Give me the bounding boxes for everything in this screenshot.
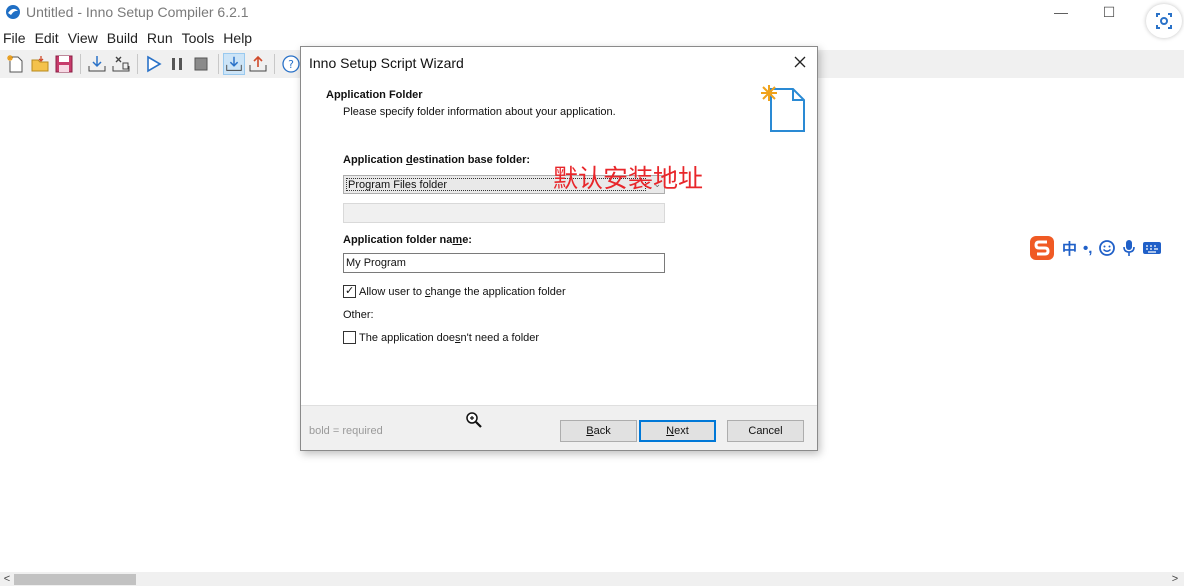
title-bar: Untitled - Inno Setup Compiler 6.2.1 — ☐ <box>0 0 1184 38</box>
menu-edit[interactable]: Edit <box>31 28 63 48</box>
scrollbar-thumb[interactable] <box>14 574 136 585</box>
menu-build[interactable]: Build <box>103 28 142 48</box>
script-wizard-dialog: Inno Setup Script Wizard Application Fol… <box>300 46 818 451</box>
compile-cancel-icon[interactable] <box>110 53 132 75</box>
page-header-subtitle: Please specify folder information about … <box>343 106 616 118</box>
toolbar-separator <box>137 54 138 74</box>
save-icon[interactable] <box>53 53 75 75</box>
checkmark-icon: ✓ <box>345 285 355 297</box>
no-folder-checkbox[interactable] <box>343 331 356 344</box>
scan-icon <box>1156 13 1172 29</box>
dialog-title: Inno Setup Script Wizard <box>309 55 464 71</box>
allow-change-checkbox[interactable]: ✓ <box>343 285 356 298</box>
folder-name-label: Application folder name: <box>343 234 472 246</box>
required-note: bold = required <box>309 425 383 437</box>
dialog-footer: bold = required Back Next Cancel <box>301 405 817 450</box>
compile-icon[interactable] <box>86 53 108 75</box>
ime-toolbar[interactable]: 中 •, <box>1028 233 1184 263</box>
page-header-title: Application Folder <box>326 89 423 101</box>
zoom-cursor-icon <box>466 412 482 428</box>
allow-change-label[interactable]: Allow user to change the application fol… <box>359 286 566 298</box>
toolbar-separator <box>218 54 219 74</box>
run-icon[interactable] <box>142 53 164 75</box>
custom-folder-field <box>343 203 665 223</box>
pause-icon[interactable] <box>166 53 188 75</box>
help-icon[interactable]: ? <box>280 53 302 75</box>
open-folder-icon[interactable] <box>29 53 51 75</box>
smiley-icon[interactable] <box>1098 239 1116 257</box>
close-icon[interactable] <box>791 53 809 71</box>
sogou-logo-icon[interactable] <box>1028 234 1056 262</box>
inno-setup-window: Untitled - Inno Setup Compiler 6.2.1 — ☐… <box>0 0 1184 586</box>
cancel-button[interactable]: Cancel <box>727 420 804 442</box>
svg-text:?: ? <box>288 58 294 71</box>
other-label: Other: <box>343 309 374 321</box>
red-annotation-text: 默认安装地址 <box>553 164 704 193</box>
menu-bar: File Edit View Build Run Tools Help <box>0 28 257 48</box>
scroll-right-arrow-icon[interactable]: > <box>1168 572 1182 586</box>
target-download-icon[interactable] <box>223 53 245 75</box>
menu-help[interactable]: Help <box>219 28 256 48</box>
scroll-left-arrow-icon[interactable]: < <box>0 572 14 586</box>
new-file-icon[interactable] <box>5 53 27 75</box>
maximize-button[interactable]: ☐ <box>1095 2 1123 22</box>
keyboard-icon[interactable] <box>1142 239 1162 257</box>
minimize-button[interactable]: — <box>1047 2 1075 22</box>
next-button[interactable]: Next <box>639 420 716 442</box>
horizontal-scrollbar[interactable]: < > <box>0 572 1184 586</box>
ime-punctuation-toggle[interactable]: •, <box>1083 240 1092 257</box>
no-folder-label[interactable]: The application doesn't need a folder <box>359 332 539 344</box>
ime-language-toggle[interactable]: 中 <box>1062 238 1077 259</box>
destination-folder-label: Application destination base folder: <box>343 154 531 166</box>
screenshot-tool-button[interactable] <box>1146 4 1182 38</box>
toolbar-separator <box>80 54 81 74</box>
folder-name-input[interactable]: My Program <box>343 253 665 273</box>
menu-run[interactable]: Run <box>143 28 177 48</box>
menu-file[interactable]: File <box>0 28 30 48</box>
back-button[interactable]: Back <box>560 420 637 442</box>
toolbar-separator <box>274 54 275 74</box>
microphone-icon[interactable] <box>1121 239 1137 257</box>
stop-icon[interactable] <box>190 53 212 75</box>
window-title: Untitled - Inno Setup Compiler 6.2.1 <box>26 4 249 20</box>
target-upload-icon[interactable] <box>247 53 269 75</box>
menu-view[interactable]: View <box>64 28 102 48</box>
wizard-document-icon <box>761 85 805 132</box>
menu-tools[interactable]: Tools <box>178 28 219 48</box>
inno-setup-app-icon <box>6 5 20 19</box>
